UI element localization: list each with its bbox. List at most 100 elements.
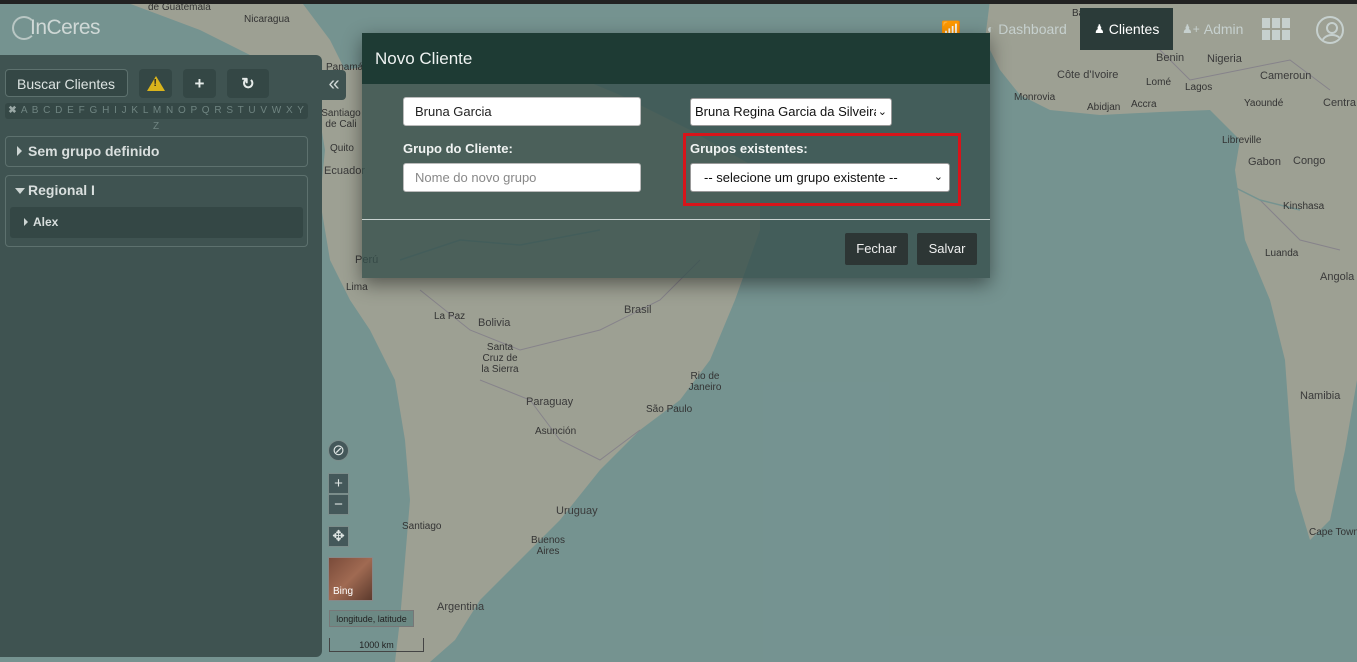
map-label: Yaoundé <box>1244 98 1284 109</box>
client-name-input[interactable] <box>403 97 641 126</box>
group-label: Sem grupo definido <box>28 143 160 159</box>
client-group-label: Grupo do Cliente: <box>403 141 513 156</box>
add-client-button[interactable]: + <box>183 69 216 98</box>
map-label: Cape Town <box>1309 527 1357 538</box>
nav-dashboard-label: Dashboard <box>998 21 1067 37</box>
user-avatar-icon[interactable] <box>1316 16 1344 44</box>
caret-right-icon <box>24 218 28 226</box>
map-label: São Paulo <box>646 404 693 415</box>
caret-right-icon <box>17 146 22 156</box>
alphabet-letter[interactable]: S <box>223 105 234 116</box>
layer-name: Bing <box>333 586 354 597</box>
alphabet-letter[interactable]: G <box>86 105 99 116</box>
highlight-box <box>683 133 961 206</box>
map-label: Abidjan <box>1087 102 1121 113</box>
owner-select-value: Bruna Regina Garcia da Silveira <box>695 104 881 119</box>
clear-filter-icon[interactable]: ✖ <box>8 105 17 116</box>
chevron-down-icon: ⌄ <box>875 99 887 125</box>
alphabet-letter[interactable]: C <box>39 105 51 116</box>
collapse-sidebar-button[interactable]: « <box>322 70 346 100</box>
group-header[interactable]: Regional I <box>6 176 307 204</box>
zoom-out-button[interactable]: − <box>328 494 349 515</box>
coordinate-readout: longitude, latitude <box>329 610 414 627</box>
alphabet-letter[interactable]: B <box>28 105 39 116</box>
alphabet-letter[interactable]: A <box>21 105 28 116</box>
alphabet-letter[interactable]: V <box>257 105 268 116</box>
map-label: Centra <box>1323 97 1357 109</box>
refresh-button[interactable]: ↻ <box>227 69 269 98</box>
client-item-alex[interactable]: Alex <box>10 207 303 238</box>
group-no-group[interactable]: Sem grupo definido <box>5 136 308 167</box>
map-label: Bolivia <box>478 317 511 329</box>
map-label: Luanda <box>1265 248 1299 259</box>
alphabet-letter[interactable]: N <box>162 105 174 116</box>
client-label: Alex <box>33 215 59 229</box>
map-label: Argentina <box>437 601 485 613</box>
map-label: Santiago de Cali <box>321 108 361 130</box>
map-label: Congo <box>1293 155 1326 167</box>
alphabet-filter[interactable]: ✖ A B C D E F G H I J K L M N O P Q R S … <box>5 103 308 132</box>
layer-switcher-bing[interactable]: Bing <box>328 557 373 601</box>
alphabet-letter[interactable]: P <box>187 105 198 116</box>
client-sidebar: Buscar Clientes + ↻ ✖ A B C D E F G H I … <box>0 55 322 657</box>
group-header[interactable]: Sem grupo definido <box>6 137 307 165</box>
map-label: Cameroun <box>1260 70 1312 82</box>
apps-grid-icon[interactable] <box>1262 18 1290 40</box>
modal-divider <box>362 219 990 220</box>
alphabet-letter[interactable]: Q <box>198 105 211 116</box>
map-label: Santiago <box>402 521 442 532</box>
alphabet-letters[interactable]: A B C D E F G H I J K L M N O P Q R S T … <box>21 105 305 132</box>
map-label: Kinshasa <box>1283 201 1325 212</box>
zoom-in-button[interactable]: + <box>328 473 349 494</box>
warning-icon <box>146 76 165 91</box>
map-label: Nigeria <box>1207 53 1242 65</box>
alphabet-letter[interactable]: T <box>234 105 245 116</box>
alphabet-letter[interactable]: W <box>268 105 282 116</box>
map-label: Quito <box>330 143 354 154</box>
map-label: Lomé <box>1146 77 1172 88</box>
alphabet-letter[interactable]: Y <box>294 105 305 116</box>
alphabet-letter[interactable]: E <box>63 105 74 116</box>
map-label: Lima <box>346 282 368 293</box>
alphabet-letter[interactable]: O <box>174 105 187 116</box>
group-label: Regional I <box>28 182 95 198</box>
map-label: Buenos Aires <box>531 535 565 557</box>
nav-clientes[interactable]: ♟ Clientes <box>1080 8 1174 50</box>
user-plus-icon: ♟+ <box>1182 22 1200 36</box>
modal-title: Novo Cliente <box>362 33 990 84</box>
map-label: La Paz <box>434 311 466 322</box>
map-label: Asunción <box>535 426 577 437</box>
pan-icon[interactable]: ✥ <box>328 526 349 547</box>
warning-button[interactable] <box>139 69 172 98</box>
nav-admin-label: Admin <box>1203 21 1244 37</box>
nav-admin[interactable]: ♟+ Admin <box>1182 8 1243 50</box>
scale-bar: 1000 km <box>329 638 424 652</box>
owner-select[interactable]: Bruna Regina Garcia da Silveira ⌄ <box>690 98 892 126</box>
alphabet-letter[interactable]: I <box>110 105 118 116</box>
app-logo[interactable]: InCeres <box>12 12 101 44</box>
compass-icon[interactable]: ⊘ <box>328 440 349 461</box>
nav-dashboard[interactable]: ◐ Dashboard <box>987 8 1067 50</box>
map-label: Côte d'Ivoire <box>1057 69 1119 81</box>
nav-clientes-label: Clientes <box>1108 21 1160 37</box>
alphabet-letter[interactable]: L <box>139 105 149 116</box>
alphabet-letter[interactable]: M <box>149 105 162 116</box>
alphabet-letter[interactable]: K <box>128 105 139 116</box>
alphabet-letter[interactable]: Z <box>153 121 160 132</box>
alphabet-letter[interactable]: U <box>245 105 257 116</box>
group-regional-i[interactable]: Regional I Alex <box>5 175 308 247</box>
save-button[interactable]: Salvar <box>917 233 977 265</box>
alphabet-letter[interactable]: X <box>282 105 293 116</box>
search-clients-button[interactable]: Buscar Clientes <box>5 69 128 97</box>
map-label: Gabon <box>1248 156 1282 168</box>
alphabet-letter[interactable]: F <box>75 105 86 116</box>
close-button[interactable]: Fechar <box>845 233 908 265</box>
map-label: Ecuador <box>324 165 365 177</box>
alphabet-letter[interactable]: D <box>51 105 63 116</box>
alphabet-letter[interactable]: J <box>118 105 128 116</box>
alphabet-letter[interactable]: H <box>98 105 110 116</box>
alphabet-letter[interactable]: R <box>211 105 223 116</box>
map-label: Uruguay <box>556 505 598 517</box>
new-group-input[interactable] <box>403 163 641 192</box>
map-label: Brasil <box>624 304 652 316</box>
